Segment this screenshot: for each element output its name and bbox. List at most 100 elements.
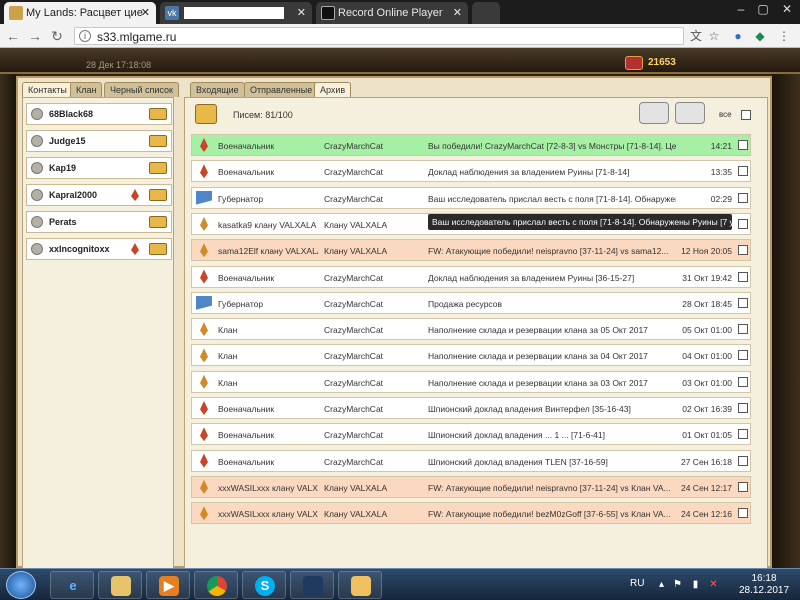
window-close-icon[interactable]: ✕ <box>776 2 798 16</box>
taskbar-explorer[interactable] <box>98 571 142 599</box>
message-checkbox[interactable] <box>738 350 748 361</box>
move-mail-button[interactable] <box>639 102 669 124</box>
send-mail-button[interactable] <box>149 216 167 228</box>
message-checkbox[interactable] <box>738 455 748 466</box>
message-checkbox[interactable] <box>738 508 748 519</box>
message-row[interactable]: Военачальник CrazyMarchCat Шпионский докла… <box>191 397 751 419</box>
close-icon[interactable]: ✕ <box>297 2 306 24</box>
message-row[interactable]: Клан CrazyMarchCat Наполнение склада и рез… <box>191 318 751 341</box>
taskbar-paint[interactable] <box>338 571 382 599</box>
message-checkbox[interactable] <box>738 403 748 413</box>
contact-item[interactable]: Judge15 <box>26 130 172 152</box>
info-icon[interactable]: i <box>79 30 91 42</box>
tab-clan[interactable]: Клан <box>70 82 103 97</box>
server-date: 28 Дек 17:18:08 <box>86 60 152 70</box>
menu-icon[interactable]: ⋮ <box>776 28 792 44</box>
taskbar-app[interactable] <box>290 571 334 599</box>
governor-icon <box>196 190 212 205</box>
contact-item[interactable]: 68Black68 <box>26 103 172 125</box>
message-to: CrazyMarchCat <box>324 456 384 467</box>
message-checkbox[interactable] <box>738 481 748 492</box>
message-row[interactable]: xxxWASILxxx клану VALXA Клану VALXALA FW: … <box>191 475 751 498</box>
message-checkbox[interactable] <box>738 245 748 256</box>
send-mail-button[interactable] <box>149 162 167 174</box>
message-checkbox[interactable] <box>738 324 748 335</box>
taskbar-chrome[interactable] <box>194 571 238 599</box>
message-checkbox[interactable] <box>738 376 748 387</box>
browser-tab-record[interactable]: Record Online Player ✕ <box>316 2 468 24</box>
taskbar-skype[interactable]: S <box>242 571 286 599</box>
wings-icon <box>127 189 143 201</box>
send-mail-button[interactable] <box>149 135 167 147</box>
star-icon[interactable]: ☆ <box>706 28 722 44</box>
volume-muted-icon[interactable]: ✕ <box>708 579 719 590</box>
send-mail-button[interactable] <box>149 243 167 255</box>
language-indicator[interactable]: RU <box>630 578 644 589</box>
delete-mail-button[interactable] <box>675 102 705 124</box>
back-icon[interactable]: ← <box>4 27 22 45</box>
contact-item[interactable]: Perats <box>26 211 172 233</box>
message-row[interactable]: xxxWASILxxx клану VALXA Клану VALXALA FW: … <box>191 502 751 525</box>
clock-date: 28.12.2017 <box>738 585 790 596</box>
message-row[interactable]: sama12Elf клану VALXALA Клану VALXALA FW: … <box>191 239 751 262</box>
contact-item[interactable]: Kap19 <box>26 157 172 179</box>
reload-icon[interactable]: ↻ <box>48 27 66 45</box>
tab-archive[interactable]: Архив <box>314 82 352 97</box>
forward-icon[interactable]: → <box>26 27 44 45</box>
tab-sent[interactable]: Отправленные <box>244 82 319 97</box>
start-button[interactable] <box>6 571 36 599</box>
close-icon[interactable]: ✕ <box>453 2 462 24</box>
message-checkbox[interactable] <box>738 271 748 282</box>
message-checkbox[interactable] <box>738 218 748 229</box>
extension-icon[interactable]: ● <box>730 28 746 44</box>
translate-icon[interactable]: 文 <box>688 28 704 44</box>
minimize-icon[interactable]: – <box>730 2 752 16</box>
message-row[interactable]: Военачальник CrazyMarchCat Вы победили! Cr… <box>191 134 751 156</box>
message-row[interactable]: Клан CrazyMarchCat Наполнение склада и рез… <box>191 370 751 393</box>
message-row[interactable]: Военачальник CrazyMarchCat Шпионский докла… <box>191 423 751 446</box>
message-row[interactable]: Военачальник CrazyMarchCat Шпионский докла… <box>191 449 751 472</box>
browser-tab-vk[interactable]: vk ✕ <box>160 2 312 24</box>
message-checkbox[interactable] <box>738 192 748 203</box>
message-row[interactable]: Клан CrazyMarchCat Наполнение склада и рез… <box>191 344 751 367</box>
message-row[interactable]: Губернатор CrazyMarchCat Ваш исследователь… <box>191 186 751 209</box>
shield-icon[interactable]: ◆ <box>752 28 768 44</box>
select-all-checkbox[interactable] <box>741 110 751 120</box>
message-checkbox[interactable] <box>738 140 748 150</box>
tray-up-icon[interactable]: ▴ <box>656 579 667 590</box>
tab-contacts[interactable]: Контакты <box>22 82 73 97</box>
warlord-icon <box>196 453 212 468</box>
network-icon[interactable]: ▮ <box>690 579 701 590</box>
clan-icon <box>196 506 212 521</box>
message-checkbox[interactable] <box>738 166 748 177</box>
compose-button[interactable] <box>195 104 217 124</box>
message-to: CrazyMarchCat <box>324 298 384 309</box>
taskbar-media[interactable]: ▶ <box>146 571 190 599</box>
new-tab-button[interactable] <box>472 2 500 24</box>
warlord-icon <box>196 164 212 179</box>
send-mail-button[interactable] <box>149 108 167 120</box>
message-row[interactable]: Военачальник CrazyMarchCat Доклад наблюден… <box>191 160 751 183</box>
message-to: Клану VALXALA <box>324 219 388 230</box>
browser-tab-mylands[interactable]: My Lands: Расцвет цие ✕ <box>4 2 156 24</box>
message-row[interactable]: Губернатор CrazyMarchCat Продажа ресурсов 2… <box>191 291 751 314</box>
contact-item[interactable]: xxIncognitoxx <box>26 238 172 260</box>
lock-icon <box>31 189 43 201</box>
warlord-icon <box>196 269 212 284</box>
maximize-icon[interactable]: ▢ <box>752 2 774 16</box>
message-from: Военачальник <box>218 456 275 467</box>
tab-blacklist[interactable]: Черный список <box>104 82 179 97</box>
address-bar[interactable]: i s33.mlgame.ru <box>74 27 684 45</box>
taskbar-ie[interactable]: e <box>50 571 94 599</box>
send-mail-button[interactable] <box>149 189 167 201</box>
contact-item[interactable]: Kapral2000 <box>26 184 172 206</box>
message-checkbox[interactable] <box>738 429 748 440</box>
close-icon[interactable]: ✕ <box>141 2 150 24</box>
flag-icon[interactable]: ⚑ <box>672 579 683 590</box>
message-checkbox[interactable] <box>738 297 748 308</box>
message-from: Клан <box>218 377 238 388</box>
message-to: CrazyMarchCat <box>324 377 384 388</box>
tab-inbox[interactable]: Входящие <box>190 82 245 97</box>
message-row[interactable]: Военачальник CrazyMarchCat Доклад наблюден… <box>191 265 751 288</box>
clock[interactable]: 16:18 28.12.2017 <box>736 573 792 597</box>
